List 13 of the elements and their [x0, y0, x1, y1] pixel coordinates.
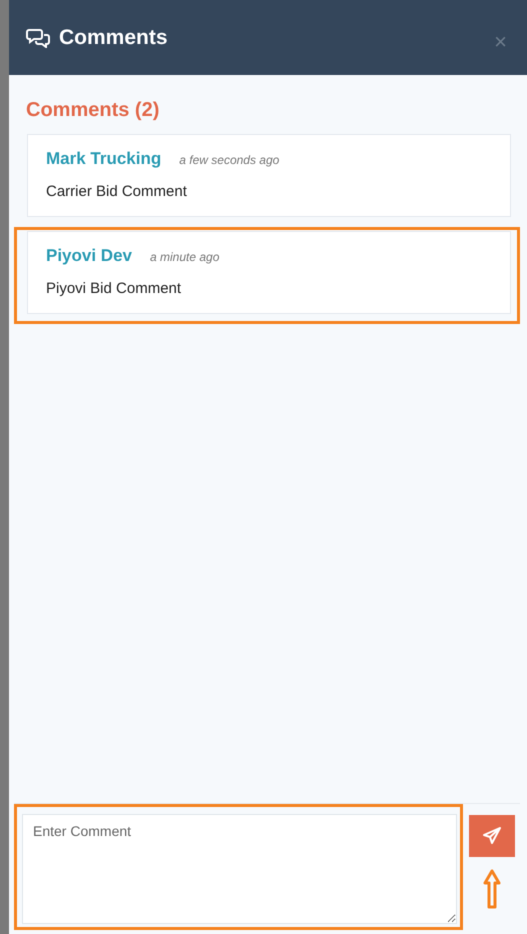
comment-author: Piyovi Dev — [46, 246, 132, 266]
paper-plane-icon — [482, 826, 502, 846]
comment-author: Mark Trucking — [46, 149, 162, 169]
comment-text: Piyovi Bid Comment — [46, 280, 182, 297]
panel-title: Comments — [59, 26, 168, 50]
comment-time: a minute ago — [150, 250, 220, 264]
comment-input[interactable]: Enter Comment — [22, 814, 457, 924]
send-button[interactable] — [469, 815, 515, 857]
comment-time: a few seconds ago — [179, 153, 280, 167]
comment-text: Carrier Bid Comment — [46, 183, 188, 200]
close-button[interactable]: × — [490, 28, 511, 54]
chat-bubbles-icon — [26, 28, 50, 48]
comments-heading: Comments (2) — [26, 99, 160, 122]
